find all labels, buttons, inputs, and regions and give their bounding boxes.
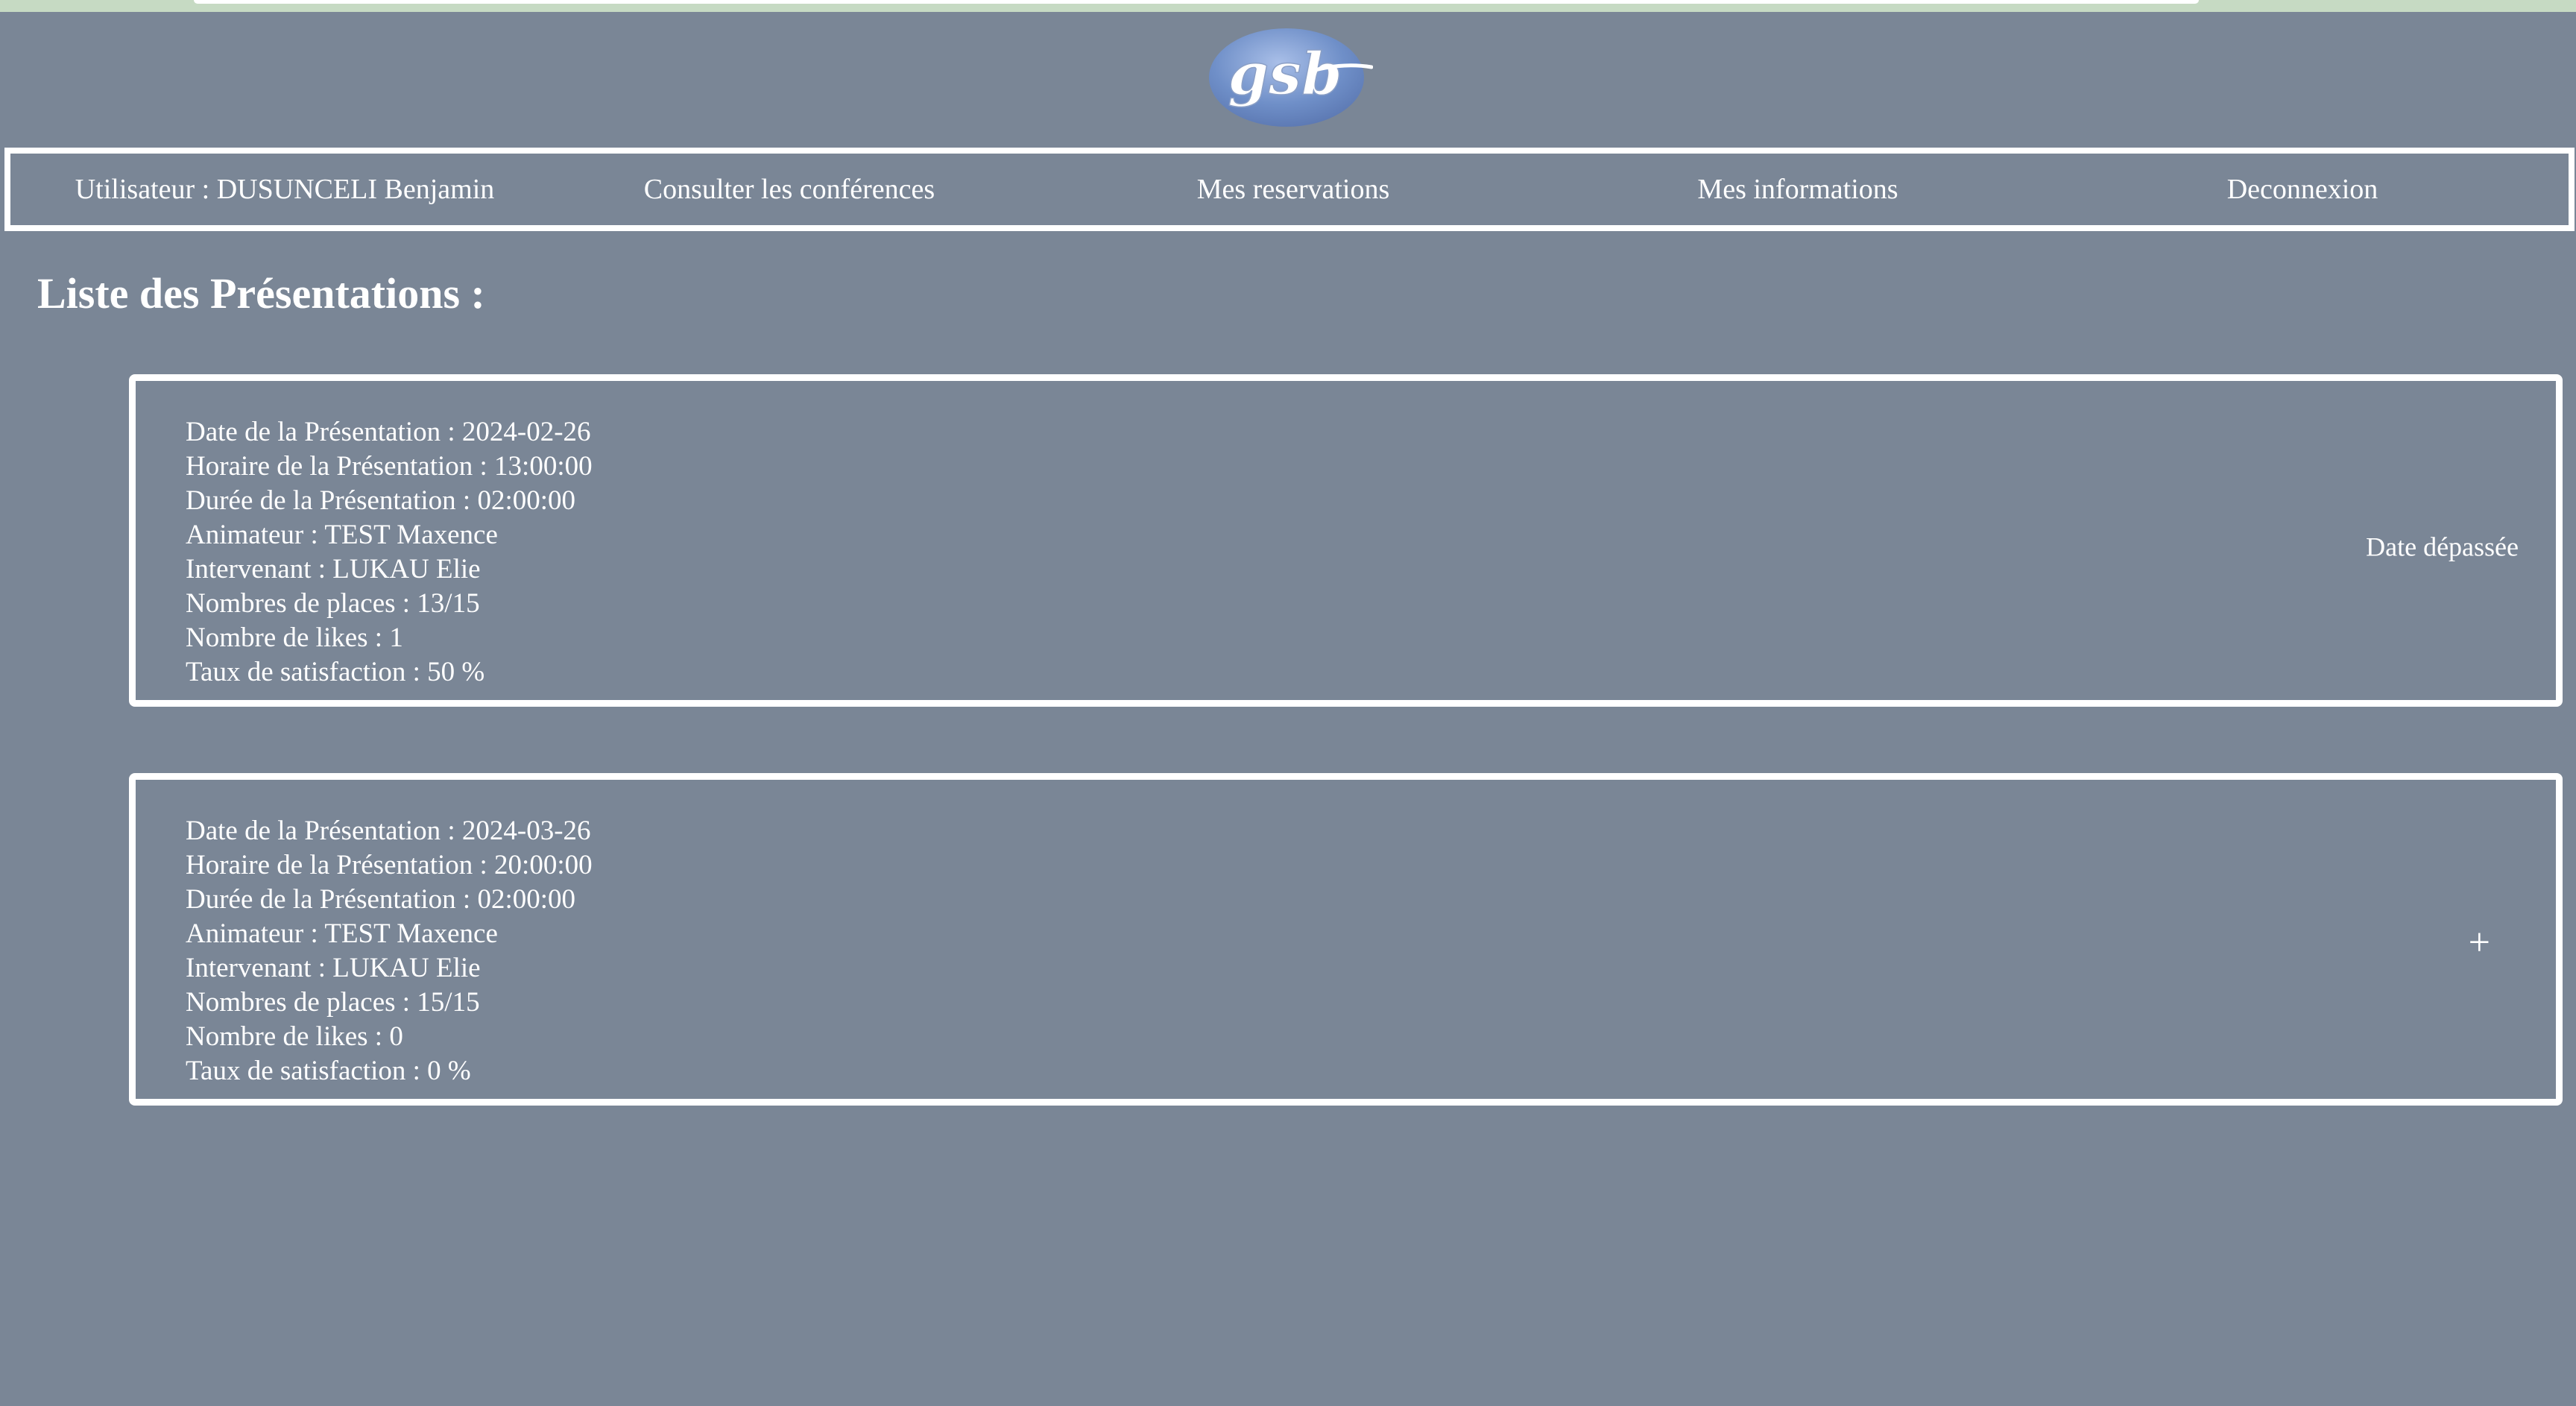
presentation-host: Animateur : TEST Maxence [186, 918, 498, 949]
add-reservation-plus-icon[interactable]: + [2469, 924, 2490, 962]
presentation-host: Animateur : TEST Maxence [186, 520, 498, 550]
presentation-details: Date de la Présentation : 2024-02-26 Hor… [186, 415, 593, 690]
presentation-date: Date de la Présentation : 2024-03-26 [186, 816, 591, 846]
presentation-card: Date de la Présentation : 2024-02-26 Hor… [129, 374, 2563, 707]
presentation-speaker: Intervenant : LUKAU Elie [186, 554, 481, 584]
presentation-seats: Nombres de places : 13/15 [186, 588, 480, 619]
presentation-date: Date de la Présentation : 2024-02-26 [186, 417, 591, 447]
nav-consult-conferences-link[interactable]: Consulter les conférences [644, 173, 935, 206]
logo-text: gsb [1228, 40, 1342, 108]
presentation-duration: Durée de la Présentation : 02:00:00 [186, 485, 576, 516]
main-navbar: Utilisateur : DUSUNCELI Benjamin Consult… [4, 148, 2575, 231]
presentation-time: Horaire de la Présentation : 13:00:00 [186, 451, 593, 482]
presentation-satisfaction: Taux de satisfaction : 0 % [186, 1056, 471, 1086]
presentation-time: Horaire de la Présentation : 20:00:00 [186, 850, 593, 880]
presentation-seats: Nombres de places : 15/15 [186, 987, 480, 1018]
presentation-details: Date de la Présentation : 2024-03-26 Hor… [186, 814, 593, 1088]
presentation-card: Date de la Présentation : 2024-03-26 Hor… [129, 773, 2563, 1106]
presentation-satisfaction: Taux de satisfaction : 50 % [186, 657, 485, 687]
top-strip-highlight [194, 0, 2199, 4]
nav-my-information-link[interactable]: Mes informations [1697, 173, 1898, 206]
presentation-likes: Nombre de likes : 1 [186, 622, 403, 653]
presentation-duration: Durée de la Présentation : 02:00:00 [186, 884, 576, 915]
gsb-logo[interactable]: gsb [1203, 25, 1373, 128]
nav-logout-link[interactable]: Deconnexion [2227, 173, 2378, 206]
presentation-speaker: Intervenant : LUKAU Elie [186, 953, 481, 983]
nav-user-label: Utilisateur : DUSUNCELI Benjamin [75, 174, 495, 205]
browser-top-strip [0, 0, 2576, 12]
presentation-likes: Nombre de likes : 0 [186, 1021, 403, 1052]
site-header: gsb [0, 12, 2576, 143]
page-title: Liste des Présentations : [37, 269, 485, 318]
date-passed-status: Date dépassée [2366, 532, 2519, 562]
nav-my-reservations-link[interactable]: Mes reservations [1197, 173, 1390, 206]
